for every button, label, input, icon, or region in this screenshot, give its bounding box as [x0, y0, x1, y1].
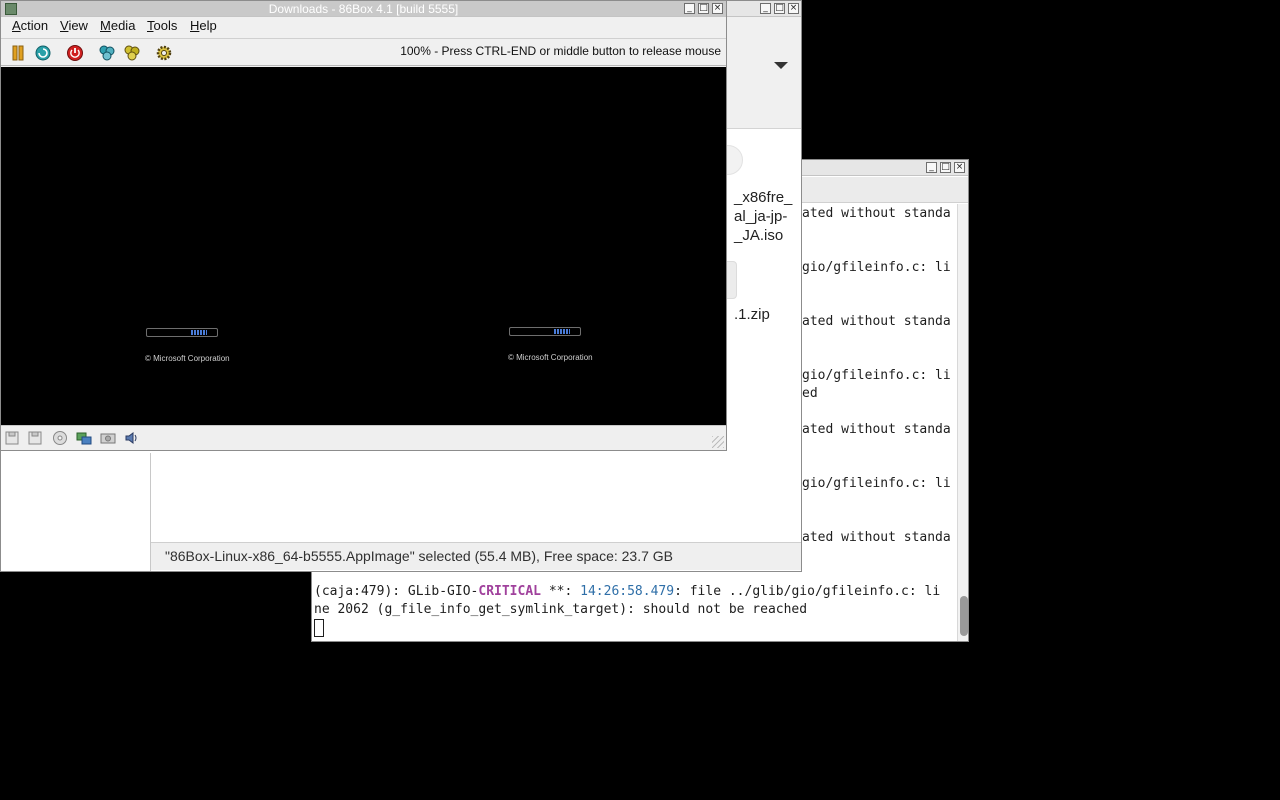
boot-progress-fill	[191, 330, 207, 335]
terminal-line: ated without standa	[802, 314, 951, 329]
hard-disk-icon[interactable]	[100, 430, 116, 446]
minimize-icon[interactable]: _	[760, 3, 771, 14]
location-bar[interactable]	[727, 17, 801, 129]
device-status-bar	[1, 425, 726, 450]
ctrl-alt-esc-icon[interactable]	[123, 44, 141, 62]
maximize-icon[interactable]: □	[698, 3, 709, 14]
window-title: Downloads - 86Box 4.1 [build 5555]	[268, 2, 459, 16]
minimize-icon[interactable]: _	[684, 3, 695, 14]
side-pane[interactable]	[1, 453, 151, 571]
terminal-critical-line: (caja:479): GLib-GIO-CRITICAL **: 14:26:…	[314, 583, 940, 601]
resize-grip[interactable]	[712, 436, 724, 448]
sound-icon[interactable]	[124, 430, 140, 446]
maximize-icon[interactable]: □	[774, 3, 785, 14]
scrollbar-thumb[interactable]	[960, 596, 968, 636]
menu-help[interactable]: Help	[190, 18, 217, 33]
minimize-icon[interactable]: _	[926, 162, 937, 173]
network-icon[interactable]	[76, 430, 92, 446]
cdrom-icon[interactable]	[52, 430, 68, 446]
emulated-screen[interactable]: © Microsoft Corporation © Microsoft Corp…	[1, 67, 726, 425]
terminal-line: gio/gfileinfo.c: li	[802, 476, 951, 491]
log-separator: **:	[541, 584, 581, 599]
pause-icon[interactable]	[9, 44, 27, 62]
menu-bar: Action View Media Tools Help	[1, 17, 726, 37]
settings-icon[interactable]	[155, 44, 173, 62]
close-icon[interactable]: ×	[954, 162, 965, 173]
terminal-line: ed	[802, 386, 818, 401]
boot-progress-fill	[554, 329, 570, 334]
emulator-titlebar[interactable]: Downloads - 86Box 4.1 [build 5555] _ □ ×	[1, 1, 726, 17]
terminal-cursor	[314, 619, 324, 637]
chevron-down-icon[interactable]	[774, 62, 788, 69]
terminal-line: ated without standa	[802, 206, 951, 221]
menu-action[interactable]: Action	[12, 18, 48, 33]
file-label[interactable]: _JA.iso	[734, 227, 783, 244]
terminal-line: ne 2062 (g_file_info_get_symlink_target)…	[314, 602, 808, 617]
status-bar: "86Box-Linux-x86_64-b5555.AppImage" sele…	[151, 542, 801, 570]
floppy-b-icon[interactable]	[27, 430, 43, 446]
log-message: : file ../glib/gio/gfileinfo.c: li	[674, 584, 941, 599]
power-icon[interactable]	[66, 44, 84, 62]
maximize-icon[interactable]: □	[940, 162, 951, 173]
ctrl-alt-del-icon[interactable]	[98, 44, 116, 62]
boot-progress-bar	[146, 328, 218, 337]
terminal-line: ated without standa	[802, 422, 951, 437]
terminal-line: ated without standa	[802, 530, 951, 545]
reset-icon[interactable]	[34, 44, 52, 62]
toolbar: 100% - Press CTRL-END or middle button t…	[1, 38, 726, 66]
status-text: "86Box-Linux-x86_64-b5555.AppImage" sele…	[165, 548, 674, 564]
menu-view[interactable]: View	[60, 18, 88, 33]
terminal-line: gio/gfileinfo.c: li	[802, 368, 951, 383]
status-message: 100% - Press CTRL-END or middle button t…	[400, 44, 721, 58]
terminal-line: gio/gfileinfo.c: li	[802, 260, 951, 275]
log-timestamp: 14:26:58.479	[580, 584, 675, 599]
close-icon[interactable]: ×	[712, 3, 723, 14]
log-level: CRITICAL	[478, 584, 541, 599]
boot-copyright: © Microsoft Corporation	[508, 353, 593, 362]
close-icon[interactable]: ×	[788, 3, 799, 14]
emulator-window[interactable]: Downloads - 86Box 4.1 [build 5555] _ □ ×…	[0, 0, 727, 451]
menu-tools[interactable]: Tools	[147, 18, 177, 33]
file-label[interactable]: _x86fre_	[734, 189, 792, 206]
log-prefix: (caja:479): GLib-GIO-	[314, 584, 479, 599]
boot-copyright: © Microsoft Corporation	[145, 354, 230, 363]
menu-media[interactable]: Media	[100, 18, 135, 33]
terminal-scrollbar[interactable]	[957, 204, 968, 641]
file-label[interactable]: al_ja-jp-	[734, 208, 787, 225]
file-label[interactable]: .1.zip	[734, 306, 770, 323]
boot-progress-bar	[509, 327, 581, 336]
floppy-a-icon[interactable]	[4, 430, 20, 446]
